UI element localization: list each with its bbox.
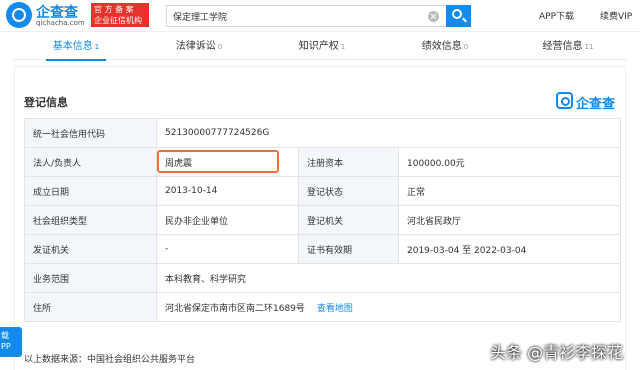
table-row: 社会组织类型 民办非企业单位 登记机关 河北省民政厅 xyxy=(24,205,622,235)
search-icon xyxy=(452,9,462,19)
table-row: 住所 河北省保定市南市区南二环1689号 查看地图 xyxy=(24,292,622,322)
top-header: 企查查 qichacha.com 官 方 备 案 企业征信机构 APP下载 续费… xyxy=(0,0,640,32)
org-type-label: 社会组织类型 xyxy=(24,205,157,235)
logo-domain: qichacha.com xyxy=(36,19,85,27)
app-float-line1: 载 xyxy=(1,331,9,340)
tab-litigation[interactable]: 法律诉讼 0 xyxy=(149,38,249,60)
scope-value: 本科教育、科学研究 xyxy=(155,263,622,293)
tab-label: 基本信息 xyxy=(52,41,93,52)
tab-label: 法律诉讼 xyxy=(175,41,216,52)
founded-value: 2013-10-14 xyxy=(156,176,299,206)
credit-code-label: 统一社会信用代码 xyxy=(24,118,157,148)
tab-count: 11 xyxy=(584,43,594,51)
tab-count: 0 xyxy=(217,43,223,51)
app-download-link[interactable]: APP下载 xyxy=(539,9,574,22)
app-download-float[interactable]: 载 PP xyxy=(0,327,22,357)
watermark: 头条 @青衫李探花 xyxy=(490,343,624,362)
credit-code-value: 52130000777724526G xyxy=(155,118,622,148)
view-map-link[interactable]: 查看地图 xyxy=(317,304,353,314)
authority-value: 河北省民政厅 xyxy=(397,205,622,235)
search-button[interactable] xyxy=(446,5,471,27)
tab-performance[interactable]: 绩效信息 0 xyxy=(395,38,495,60)
status-value: 正常 xyxy=(397,176,622,206)
data-source-note: 以上数据来源：中国社会组织公共服务平台 xyxy=(24,355,196,365)
registration-table: 统一社会信用代码 52130000777724526G 法人/负责人 周虎震 注… xyxy=(24,118,622,322)
table-row: 法人/负责人 周虎震 注册资本 100000.00元 xyxy=(24,147,622,177)
address-label: 住所 xyxy=(24,292,157,322)
table-row: 成立日期 2013-10-14 登记状态 正常 xyxy=(24,176,622,206)
capital-label: 注册资本 xyxy=(298,147,399,177)
official-badge-line2: 企业征信机构 xyxy=(94,16,142,25)
logo-magnifier-icon xyxy=(6,2,32,28)
official-badge-line1: 官 方 备 案 xyxy=(94,5,134,14)
issuer-label: 发证机关 xyxy=(24,234,157,264)
renew-vip-link[interactable]: 续费VIP xyxy=(600,9,632,22)
tab-basic-info[interactable]: 基本信息 1 xyxy=(26,38,126,61)
search-input[interactable] xyxy=(173,8,413,24)
tab-ip[interactable]: 知识产权 1 xyxy=(272,38,372,60)
app-float-line2: PP xyxy=(1,342,11,351)
status-label: 登记状态 xyxy=(298,176,399,206)
tab-label: 经营信息 xyxy=(542,41,583,52)
authority-label: 登记机关 xyxy=(298,205,399,235)
tab-count: 1 xyxy=(340,43,346,51)
qichacha-badge-text: 企查查 xyxy=(576,97,616,112)
validity-label: 证书有效期 xyxy=(298,234,399,264)
address-value: 河北省保定市南市区南二环1689号 xyxy=(165,303,305,314)
table-row: 统一社会信用代码 52130000777724526G xyxy=(24,118,622,148)
section-title: 登记信息 xyxy=(24,96,68,109)
search-box xyxy=(166,5,446,27)
address-cell: 河北省保定市南市区南二环1689号 查看地图 xyxy=(155,292,622,322)
tab-label: 知识产权 xyxy=(298,41,339,52)
qichacha-logo[interactable]: 企查查 qichacha.com xyxy=(6,1,90,31)
tab-bar: 基本信息 1 法律诉讼 0 知识产权 1 绩效信息 0 经营信息 11 xyxy=(14,38,626,61)
tab-count: 1 xyxy=(94,43,100,51)
legal-rep-value[interactable]: 周虎震 xyxy=(156,147,299,177)
qichacha-badge: 企查查 xyxy=(556,91,620,112)
validity-value: 2019-03-04 至 2022-03-04 xyxy=(397,234,622,264)
official-badge: 官 方 备 案 企业征信机构 xyxy=(91,3,149,27)
tab-count: 0 xyxy=(463,43,469,51)
tab-label: 绩效信息 xyxy=(421,41,462,52)
capital-value: 100000.00元 xyxy=(397,147,622,177)
founded-label: 成立日期 xyxy=(24,176,157,206)
table-row: 发证机关 - 证书有效期 2019-03-04 至 2022-03-04 xyxy=(24,234,622,264)
org-type-value: 民办非企业单位 xyxy=(156,205,299,235)
table-row: 业务范围 本科教育、科学研究 xyxy=(24,263,622,293)
scope-label: 业务范围 xyxy=(24,263,157,293)
tab-operations[interactable]: 经营信息 11 xyxy=(518,38,618,60)
clear-icon[interactable] xyxy=(428,11,439,22)
qichacha-badge-icon xyxy=(556,92,573,109)
legal-rep-label: 法人/负责人 xyxy=(24,147,157,177)
issuer-value: - xyxy=(156,234,299,264)
